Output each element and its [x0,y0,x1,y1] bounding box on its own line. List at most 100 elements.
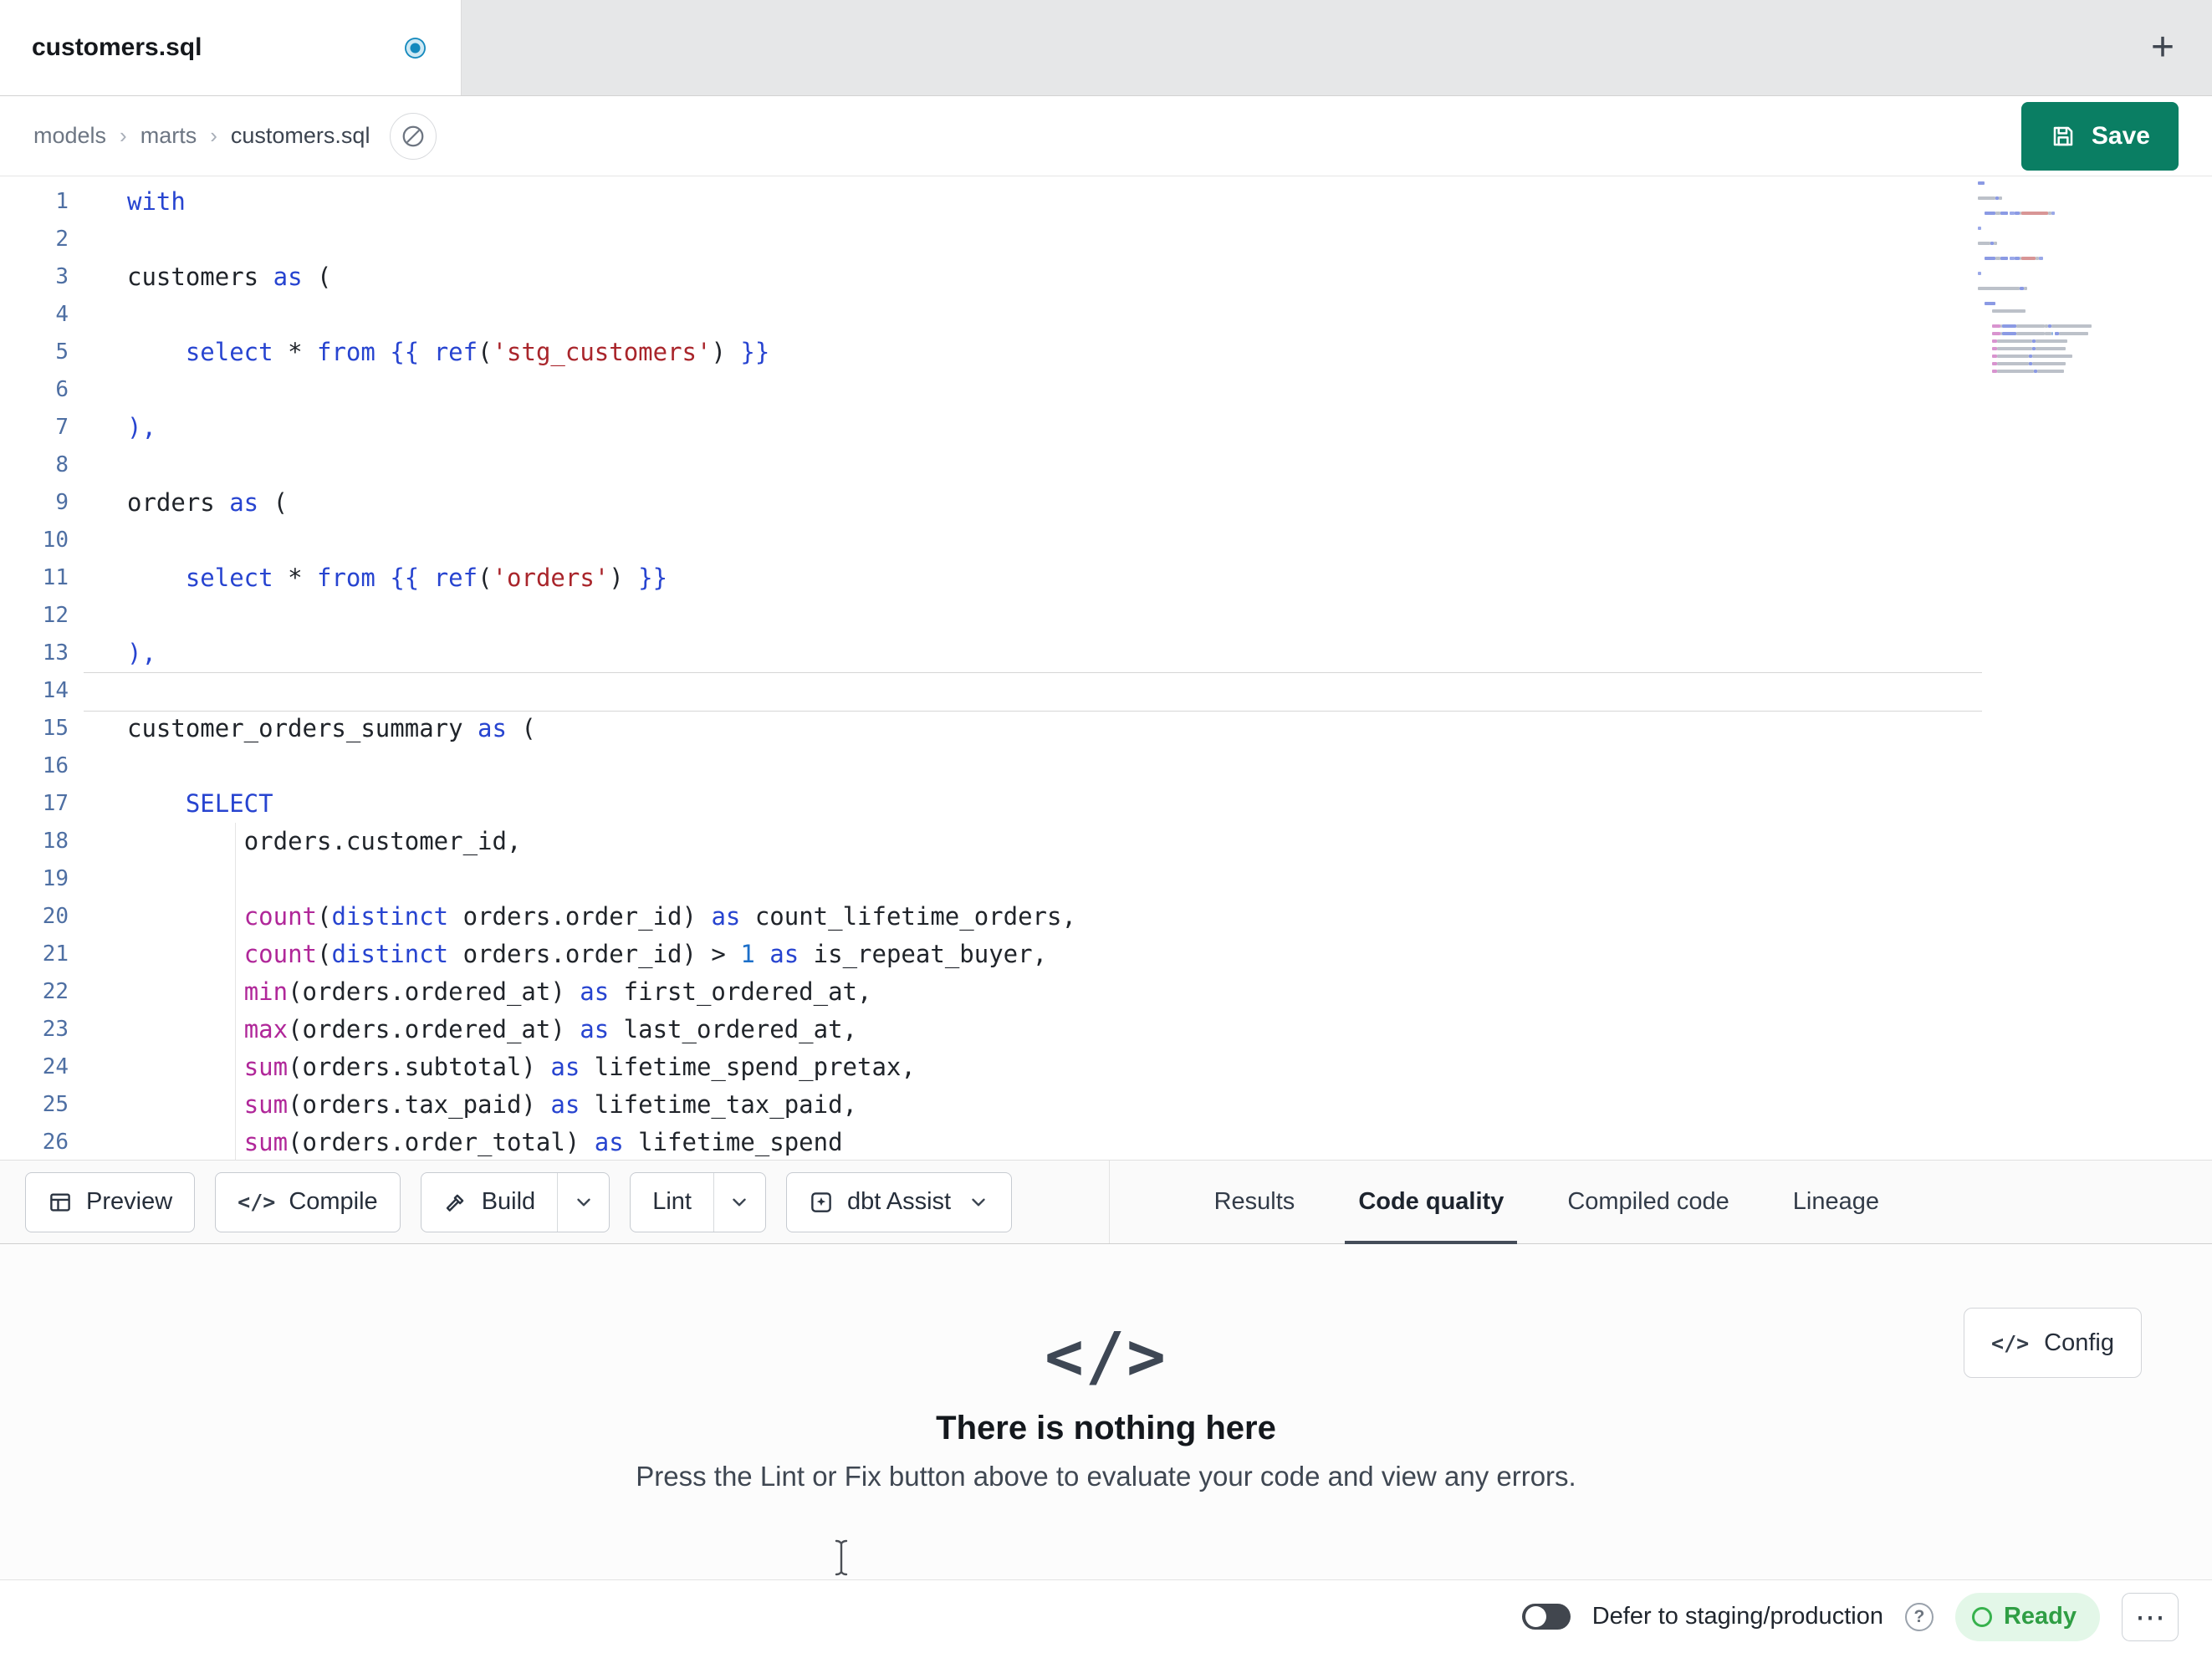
minimap-segment [2051,324,2092,328]
minimap-segment [2016,332,2045,335]
line-number: 17 [42,791,69,816]
minimap-segment [1978,257,1985,260]
code-line[interactable]: 4 [0,296,2212,334]
defer-label: Defer to staging/production [1591,1603,1883,1630]
code-line[interactable]: 13), [0,635,2212,672]
code-token: * [273,564,317,592]
minimap-segment [1978,370,1992,373]
code-line-cursor[interactable]: 14 [0,672,2212,712]
config-button[interactable]: </> Config [1964,1308,2142,1378]
code-line-text: count(distinct orders.order_id) as count… [84,898,1076,936]
code-line[interactable]: 15 customer_orders_summary as ( [0,710,2212,747]
minimap-segment [1978,309,1992,313]
code-token: ( [478,338,493,366]
help-icon[interactable]: ? [1904,1602,1934,1631]
dbt-assist-button[interactable]: dbt Assist [785,1171,1013,1232]
code-line[interactable]: 11 select * from {{ ref('orders') }} [0,559,2212,597]
code-line[interactable]: 2 [0,221,2212,258]
compile-button[interactable]: </> Compile [215,1171,401,1232]
line-number: 2 [55,227,69,252]
code-line[interactable]: 18 orders.customer_id, [0,823,2212,860]
defer-toggle[interactable] [1521,1604,1571,1630]
code-icon: </> [238,1190,276,1214]
code-token: lifetime_spend [623,1128,843,1156]
code-line[interactable]: 10 [0,522,2212,559]
tab-compiled-code[interactable]: Compiled code [1562,1161,1734,1243]
status-badge: Ready [1954,1592,2100,1641]
chevron-down-icon [972,1198,985,1206]
code-line[interactable]: 3 customers as ( [0,258,2212,296]
code-line[interactable]: 12 [0,597,2212,635]
code-line[interactable]: 25 sum(orders.tax_paid) as lifetime_tax_… [0,1086,2212,1124]
code-line[interactable]: 7), [0,409,2212,446]
code-line[interactable]: 8 [0,446,2212,484]
build-button[interactable]: Build [421,1173,558,1232]
code-line[interactable]: 17 SELECT [0,785,2212,823]
line-number: 15 [42,716,69,741]
save-button[interactable]: Save [2020,101,2179,171]
code-token: (orders.ordered_at) [288,1015,580,1043]
code-token: ) [711,338,741,366]
code-token: as [273,263,303,291]
build-split-button: Build [420,1171,610,1232]
code-line-text: sum(orders.tax_paid) as lifetime_tax_pai… [84,1086,857,1124]
line-number: 11 [42,565,69,590]
tab-results[interactable]: Results [1209,1161,1300,1243]
build-label: Build [481,1188,536,1215]
line-number: 5 [55,339,69,365]
breadcrumb-bar: models › marts › customers.sql Save [0,96,2212,176]
code-line-text: select * from {{ ref('stg_customers') }} [84,334,769,371]
empty-state-subtitle: Press the Lint or Fix button above to ev… [636,1461,1576,1492]
code-token: last_ordered_at, [609,1015,858,1043]
code-line[interactable]: 21 count(distinct orders.order_id) > 1 a… [0,936,2212,973]
code-line[interactable]: 16 [0,747,2212,785]
code-editor[interactable]: 1 with 2 3 customers as (4 5 select * from {{… [0,176,2212,1160]
minimap-segment [1985,302,1995,305]
new-tab-button[interactable]: + [2135,20,2190,75]
tab-code-quality[interactable]: Code quality [1345,1161,1518,1244]
minimap-row [1978,181,2112,185]
code-line[interactable]: 5 select * from {{ ref('stg_customers') … [0,334,2212,371]
breadcrumb-models[interactable]: models [33,123,106,149]
code-line[interactable]: 19 [0,860,2212,898]
code-line-text: customers as ( [84,258,331,296]
lint-split-button: Lint [630,1171,766,1232]
build-dropdown-button[interactable] [557,1172,609,1232]
line-number: 21 [42,941,69,967]
minimap-segment [1978,332,1992,335]
minimap-segment [2039,257,2043,260]
code-line-text: ), [84,635,156,672]
minimap-row [1978,249,2112,253]
editor-minimap[interactable] [1978,181,2112,377]
code-line[interactable]: 9 orders as ( [0,484,2212,522]
tab-customers-sql[interactable]: customers.sql [0,0,462,95]
more-options-button[interactable]: ⋯ [2122,1592,2179,1641]
file-state-button[interactable] [390,112,437,160]
code-line[interactable]: 1 with [0,183,2212,221]
code-token: lifetime_spend_pretax, [580,1053,916,1081]
code-token: lifetime_tax_paid, [580,1090,858,1119]
code-line[interactable]: 6 [0,371,2212,409]
line-number: 23 [42,1017,69,1042]
code-token: {{ [390,338,434,366]
code-line[interactable]: 22 min(orders.ordered_at) as first_order… [0,973,2212,1011]
preview-button[interactable]: Preview [25,1171,196,1232]
minimap-segment [1978,347,1992,350]
code-token: select [185,338,273,366]
code-line[interactable]: 23 max(orders.ordered_at) as last_ordere… [0,1011,2212,1048]
code-token: ref [433,338,478,366]
minimap-row [1978,370,2112,373]
code-token: count [243,940,317,968]
lint-dropdown-button[interactable] [713,1172,765,1232]
code-line[interactable]: 26 sum(orders.order_total) as lifetime_s… [0,1124,2212,1160]
lint-button[interactable]: Lint [631,1173,713,1232]
tab-lineage[interactable]: Lineage [1788,1161,1884,1243]
code-line[interactable]: 24 sum(orders.subtotal) as lifetime_spen… [0,1048,2212,1086]
minimap-segment [1991,309,2026,313]
code-line[interactable]: 20 count(distinct orders.order_id) as co… [0,898,2212,936]
breadcrumb-marts[interactable]: marts [140,123,197,149]
